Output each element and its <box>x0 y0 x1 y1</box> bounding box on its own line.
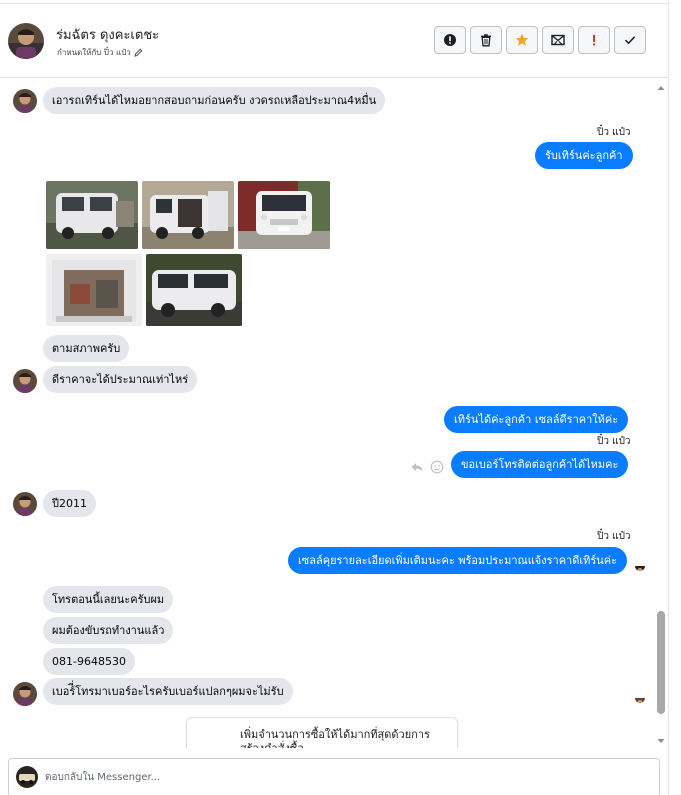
incoming-message[interactable]: ปี2011 <box>43 490 96 517</box>
scroll-up-arrow[interactable] <box>656 83 666 93</box>
sender-avatar <box>13 682 37 706</box>
mark-done-button[interactable] <box>614 26 646 54</box>
messenger-thread: ร่มฉัตร ดุงคะเตชะ กำหนดให้กับ ปิ๋ว แป๋ว <box>0 0 681 795</box>
star-button[interactable] <box>506 26 538 54</box>
outgoing-message[interactable]: เซลล์คุยรายละเอียดเพิ่มเติมนะคะ พร้อมประ… <box>288 547 628 574</box>
incoming-message[interactable]: โทรตอนนี้เลยนะครับผม <box>43 586 174 613</box>
sender-avatar <box>13 492 37 516</box>
outgoing-message[interactable]: เทิร์นได้ค่ะลูกค้า เซลล์ดีราคาให้ค่ะ <box>444 406 629 433</box>
car-photo[interactable] <box>46 254 142 326</box>
conversation-header: ร่มฉัตร ดุงคะเตชะ กำหนดให้กับ ปิ๋ว แป๋ว <box>0 4 668 78</box>
page-avatar <box>16 766 38 788</box>
mail-x-icon <box>551 34 565 46</box>
incoming-message[interactable]: ดีราคาจะได้ประมาณเท่าไหร่ <box>43 366 198 393</box>
exclamation-icon <box>593 35 595 46</box>
reply-box[interactable] <box>8 758 660 795</box>
right-divider <box>668 0 669 795</box>
message-hover-actions <box>410 460 444 474</box>
mark-unread-button[interactable] <box>542 26 574 54</box>
emoji-icon[interactable] <box>430 460 444 474</box>
pencil-icon[interactable] <box>134 48 143 57</box>
sender-avatar <box>13 89 37 113</box>
car-photo[interactable] <box>146 254 242 326</box>
alert-circle-icon <box>444 34 456 46</box>
contact-name[interactable]: ร่มฉัตร ดุงคะเตชะ <box>56 24 159 45</box>
incoming-message[interactable]: เอารถเทิร์นได้ไหมอยากสอบถามก่อนครับ งวดร… <box>43 87 386 114</box>
sender-avatar <box>13 369 37 393</box>
outgoing-message[interactable]: รับเทิร์นค่ะลูกค้า <box>535 142 633 169</box>
sender-name: ปิ๋ว แป๋ว <box>597 436 631 447</box>
incoming-message[interactable]: 081-9648530 <box>43 648 135 675</box>
car-photo[interactable] <box>46 181 138 249</box>
create-order-prompt[interactable]: เพิ่มจำนวนการซื้อให้ได้มากที่สุดด้วยการส… <box>186 717 458 748</box>
flag-button[interactable] <box>578 26 610 54</box>
seen-avatar <box>635 693 645 703</box>
scrollbar-thumb[interactable] <box>657 611 665 714</box>
header-actions <box>434 26 646 54</box>
star-icon <box>515 33 529 46</box>
report-button[interactable] <box>434 26 466 54</box>
incoming-message[interactable]: ผมต้องขับรถทำงานแล้ว <box>43 617 174 644</box>
message-list[interactable]: เอารถเทิร์นได้ไหมอยากสอบถามก่อนครับ งวดร… <box>0 79 668 748</box>
check-icon <box>624 36 636 45</box>
trash-icon <box>481 34 491 47</box>
reply-composer <box>0 748 668 795</box>
scroll-down-arrow[interactable] <box>656 736 666 746</box>
seen-avatar <box>635 561 645 571</box>
outgoing-message[interactable]: ขอเบอร์โทรติดต่อลูกค้าได้ไหมคะ <box>451 451 629 478</box>
assigned-label: กำหนดให้กับ ปิ๋ว แป๋ว <box>57 48 131 57</box>
sender-name: ปิ๋ว แป๋ว <box>597 531 631 542</box>
contact-avatar[interactable] <box>8 23 44 59</box>
car-photo[interactable] <box>238 181 330 249</box>
delete-button[interactable] <box>470 26 502 54</box>
car-photo[interactable] <box>142 181 234 249</box>
sender-name: ปิ๋ว แป๋ว <box>597 127 631 138</box>
prompt-text: เพิ่มจำนวนการซื้อให้ได้มากที่สุดด้วยการส… <box>240 728 430 748</box>
assigned-to[interactable]: กำหนดให้กับ ปิ๋ว แป๋ว <box>57 46 143 59</box>
reply-icon[interactable] <box>410 460 424 474</box>
reply-input[interactable] <box>45 767 545 787</box>
incoming-message[interactable]: ตามสภาพครับ <box>43 335 130 362</box>
incoming-message[interactable]: เบอร์ี่โทรมาเบอร์อะไรครับเบอร์แปลกๆผมจะไ… <box>43 678 293 705</box>
